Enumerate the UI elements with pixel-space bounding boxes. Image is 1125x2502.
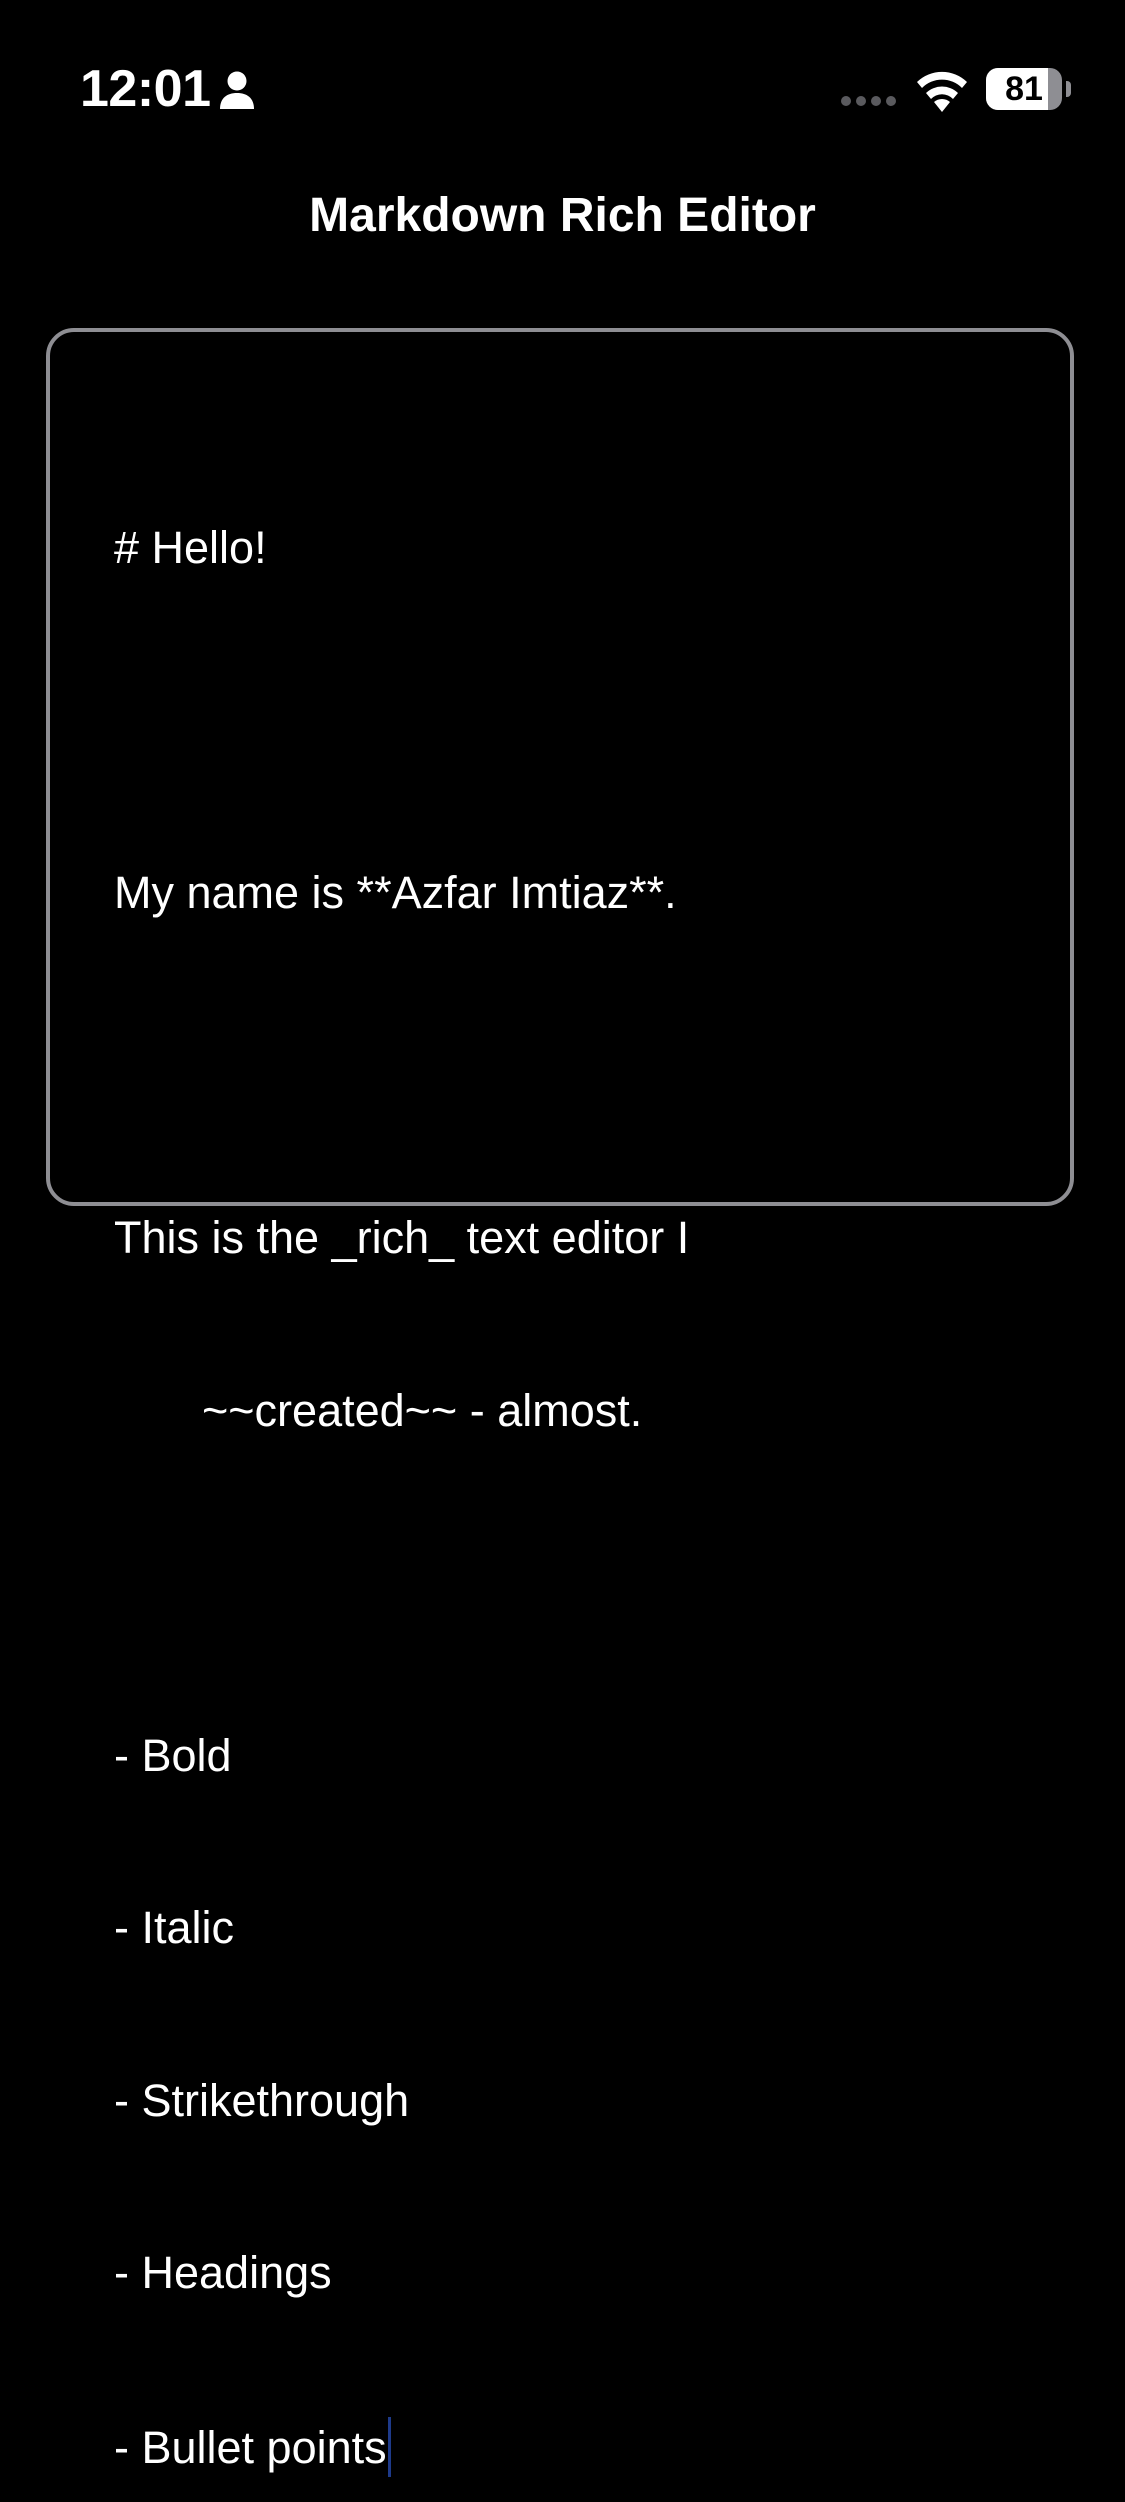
editor-line: - Strikethrough xyxy=(114,2074,410,2126)
editor-line: ~~created~~ - almost. xyxy=(202,1384,643,1436)
battery-body: 81 xyxy=(986,68,1062,110)
person-icon xyxy=(220,71,254,109)
editor-line-text: - Bullet points xyxy=(114,2421,387,2473)
editor-line: This is the _rich_ text editor I xyxy=(114,1212,690,1263)
text-caret xyxy=(387,2416,391,2477)
page-title: Markdown Rich Editor xyxy=(309,189,816,242)
markdown-editor[interactable]: # Hello! My name is **Azfar Imtiaz**. Th… xyxy=(46,328,1074,2477)
battery-tip xyxy=(1066,81,1071,97)
cellular-dots-icon xyxy=(841,96,896,106)
wifi-icon xyxy=(917,71,967,112)
editor-line: My name is **Azfar Imtiaz**. xyxy=(114,867,677,918)
status-time: 12:01 xyxy=(80,60,211,118)
battery-level: 81 xyxy=(1005,70,1043,108)
status-bar: 12:01 81 xyxy=(0,0,1125,180)
editor-line-last: - Bullet points xyxy=(114,2416,754,2477)
editor-line: - Bold xyxy=(114,1729,232,1781)
editor-line: - Headings xyxy=(114,2247,332,2298)
battery-icon: 81 xyxy=(986,68,1071,110)
editor-line: - Italic xyxy=(114,1902,235,1953)
editor-line: # Hello! xyxy=(114,522,267,573)
editor-text-area[interactable]: # Hello! My name is **Azfar Imtiaz**. Th… xyxy=(114,404,754,2502)
